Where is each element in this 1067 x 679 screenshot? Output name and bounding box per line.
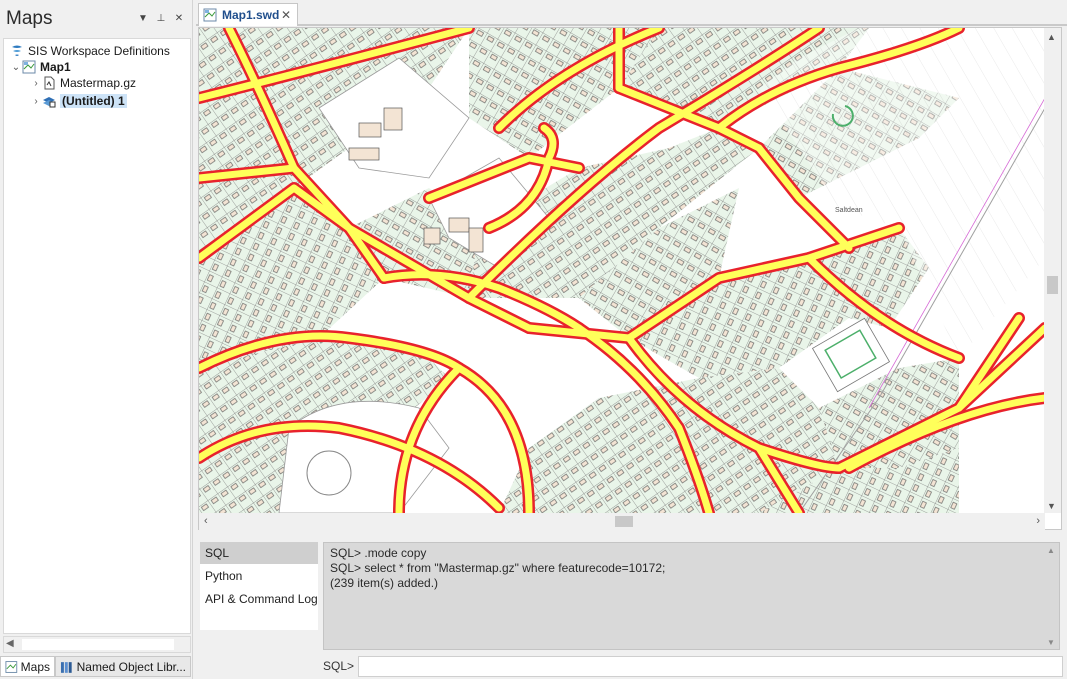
dataset-file-icon (44, 76, 55, 90)
overlay-icon (43, 97, 56, 108)
scroll-left-icon[interactable]: ‹ (204, 515, 208, 527)
sql-prompt-label: SQL> (323, 659, 355, 673)
close-panel-icon[interactable]: ✕ (172, 12, 186, 26)
sql-command-input[interactable] (358, 656, 1063, 677)
console-scrollbar[interactable]: ▲ ▼ (1043, 543, 1059, 649)
dropdown-icon[interactable]: ▼ (136, 12, 150, 26)
panel-bottom-tabs: Maps Named Object Libr... (0, 656, 193, 679)
place-label: Saltdean (835, 207, 863, 214)
close-tab-icon[interactable]: ✕ (281, 8, 291, 22)
scroll-left-icon[interactable]: ◀ (6, 638, 14, 649)
library-icon (60, 661, 72, 673)
tree-horizontal-scrollbar[interactable]: ◀ (3, 636, 191, 653)
map-icon (22, 60, 36, 74)
pin-icon[interactable]: ⊥ (154, 12, 168, 26)
chevron-right-icon[interactable]: › (30, 78, 42, 89)
scroll-up-icon[interactable]: ▲ (1047, 546, 1055, 555)
horizontal-scroll-thumb[interactable] (615, 516, 633, 527)
console-line: (239 item(s) added.) (330, 576, 439, 590)
scroll-down-icon[interactable]: ▼ (1047, 638, 1055, 647)
map-icon (5, 660, 18, 673)
map-icon (203, 8, 217, 22)
tree-item-mastermap[interactable]: › Mastermap.gz (30, 75, 136, 91)
console-line: SQL> .mode copy (330, 546, 427, 560)
tree-root-label: SIS Workspace Definitions (28, 44, 170, 58)
map-drawing: Saltdean (199, 28, 1045, 513)
map-horizontal-scrollbar[interactable]: ‹ › (199, 513, 1045, 530)
tree-item-map1[interactable]: ⌄ Map1 (10, 59, 71, 75)
vertical-scroll-thumb[interactable] (1047, 276, 1058, 294)
document-tab-strip: Map1.swd ✕ (196, 0, 1067, 26)
console-line: SQL> select * from "Mastermap.gz" where … (330, 561, 666, 575)
tree-map1-label: Map1 (40, 60, 71, 74)
tab-map1-swd[interactable]: Map1.swd ✕ (198, 3, 298, 26)
map-window: Saltdean ▲ ▼ ‹ › (198, 27, 1062, 530)
tab-sql[interactable]: SQL (200, 542, 318, 564)
app-window: Maps ▼ ⊥ ✕ SIS Workspace Definitions ⌄ M… (0, 0, 1067, 679)
scroll-down-icon[interactable]: ▼ (1047, 501, 1056, 511)
tab-maps[interactable]: Maps (0, 656, 55, 677)
maps-panel-header: Maps ▼ ⊥ ✕ (0, 0, 193, 38)
console-panel: SQL Python API & Command Log SQL> .mode … (196, 538, 1067, 679)
tab-maps-label: Maps (20, 659, 50, 674)
tree-untitled-label: (Untitled) 1 (60, 94, 127, 108)
scroll-up-icon[interactable]: ▲ (1047, 32, 1056, 42)
map-tree: SIS Workspace Definitions ⌄ Map1 › Maste… (3, 38, 191, 634)
map-vertical-scrollbar[interactable]: ▲ ▼ (1044, 28, 1061, 513)
panel-title: Maps (6, 8, 53, 29)
tree-scroll-track[interactable] (22, 639, 174, 650)
workspace-icon (12, 45, 22, 56)
console-output[interactable]: SQL> .mode copy SQL> select * from "Mast… (323, 542, 1060, 650)
tab-named-object-library-label: Named Object Libr... (76, 659, 186, 674)
tab-api-command-log[interactable]: API & Command Log (200, 588, 318, 610)
tree-root[interactable]: SIS Workspace Definitions (10, 43, 170, 59)
tab-map1-swd-label: Map1.swd (222, 8, 280, 22)
chevron-right-icon[interactable]: › (30, 96, 42, 107)
tab-python[interactable]: Python (200, 565, 318, 587)
tree-item-untitled[interactable]: › (Untitled) 1 (30, 93, 127, 109)
tab-named-object-library[interactable]: Named Object Libr... (55, 656, 191, 677)
chevron-down-icon[interactable]: ⌄ (10, 62, 22, 73)
maps-panel: Maps ▼ ⊥ ✕ SIS Workspace Definitions ⌄ M… (0, 0, 193, 679)
map-canvas[interactable]: Saltdean (199, 28, 1045, 513)
tree-mastermap-label: Mastermap.gz (60, 76, 137, 90)
scroll-right-icon[interactable]: › (1036, 515, 1040, 527)
console-tab-list: SQL Python API & Command Log (200, 542, 318, 630)
